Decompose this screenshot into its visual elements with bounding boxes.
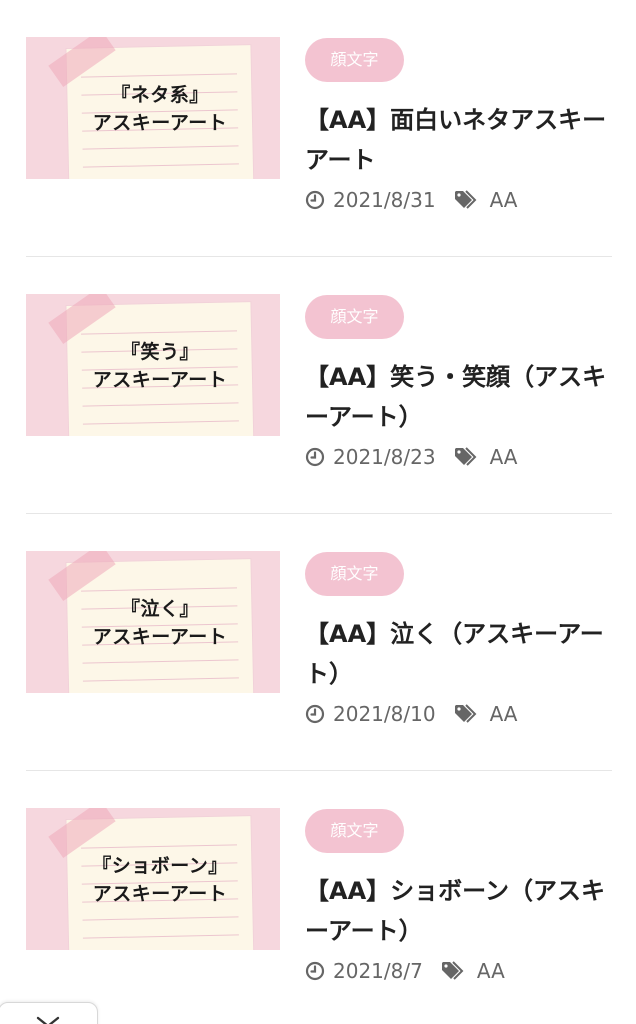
post-card[interactable]: 『笑う』 アスキーアート 顔文字 【AA】笑う・笑顔（アスキーアート） 2021… xyxy=(0,257,636,514)
thumbnail-caption-line1: 『泣く』 xyxy=(120,598,199,620)
thumbnail-caption: 『笑う』 アスキーアート xyxy=(68,338,252,394)
thumbnail-caption-line1: 『ネタ系』 xyxy=(111,84,209,106)
tag-icon xyxy=(454,447,480,467)
thumbnail-caption-line2: アスキーアート xyxy=(92,883,228,905)
clock-icon xyxy=(305,447,325,467)
post-date: 2021/8/31 xyxy=(333,188,436,212)
post-title[interactable]: 【AA】泣く（アスキーアート） xyxy=(305,614,610,694)
tag-icon xyxy=(454,190,480,210)
post-title[interactable]: 【AA】笑う・笑顔（アスキーアート） xyxy=(305,357,610,437)
post-card[interactable]: 『ネタ系』 アスキーアート 顔文字 【AA】面白いネタアスキーアート 2021/… xyxy=(0,0,636,257)
post-meta: 2021/8/7 AA xyxy=(305,957,505,985)
post-tag[interactable]: AA xyxy=(490,188,518,212)
post-thumbnail[interactable]: 『ネタ系』 アスキーアート xyxy=(26,37,280,179)
category-badge[interactable]: 顔文字 xyxy=(305,295,404,339)
post-date: 2021/8/7 xyxy=(333,959,423,983)
post-thumbnail[interactable]: 『ショボーン』 アスキーアート xyxy=(26,808,280,950)
post-date: 2021/8/10 xyxy=(333,702,436,726)
post-card[interactable]: 『ショボーン』 アスキーアート 顔文字 【AA】ショボーン（アスキーアート） 2… xyxy=(0,771,636,1024)
post-date: 2021/8/23 xyxy=(333,445,436,469)
category-badge[interactable]: 顔文字 xyxy=(305,38,404,82)
thumbnail-caption-line2: アスキーアート xyxy=(92,369,228,391)
post-card[interactable]: 『泣く』 アスキーアート 顔文字 【AA】泣く（アスキーアート） 2021/8/… xyxy=(0,514,636,771)
post-tag[interactable]: AA xyxy=(490,445,518,469)
clock-icon xyxy=(305,704,325,724)
category-badge[interactable]: 顔文字 xyxy=(305,552,404,596)
post-thumbnail[interactable]: 『泣く』 アスキーアート xyxy=(26,551,280,693)
clock-icon xyxy=(305,190,325,210)
post-tag[interactable]: AA xyxy=(490,702,518,726)
post-meta: 2021/8/31 AA xyxy=(305,186,517,214)
clock-icon xyxy=(305,961,325,981)
post-title[interactable]: 【AA】面白いネタアスキーアート xyxy=(305,100,610,180)
post-title[interactable]: 【AA】ショボーン（アスキーアート） xyxy=(305,871,610,951)
thumbnail-caption-line2: アスキーアート xyxy=(92,112,228,134)
post-list: 『ネタ系』 アスキーアート 顔文字 【AA】面白いネタアスキーアート 2021/… xyxy=(0,0,636,1024)
post-meta: 2021/8/23 AA xyxy=(305,443,517,471)
thumbnail-caption: 『ショボーン』 アスキーアート xyxy=(68,852,252,908)
tag-icon xyxy=(441,961,467,981)
thumbnail-caption-line2: アスキーアート xyxy=(92,626,228,648)
thumbnail-caption: 『泣く』 アスキーアート xyxy=(68,595,252,651)
post-thumbnail[interactable]: 『笑う』 アスキーアート xyxy=(26,294,280,436)
post-meta: 2021/8/10 AA xyxy=(305,700,517,728)
post-tag[interactable]: AA xyxy=(477,959,505,983)
bottom-toggle-button[interactable] xyxy=(0,1002,98,1024)
thumbnail-caption: 『ネタ系』 アスキーアート xyxy=(68,81,252,137)
chevron-down-icon xyxy=(36,1016,60,1024)
category-badge[interactable]: 顔文字 xyxy=(305,809,404,853)
thumbnail-caption-line1: 『笑う』 xyxy=(120,341,199,363)
thumbnail-caption-line1: 『ショボーン』 xyxy=(92,855,228,877)
tag-icon xyxy=(454,704,480,724)
